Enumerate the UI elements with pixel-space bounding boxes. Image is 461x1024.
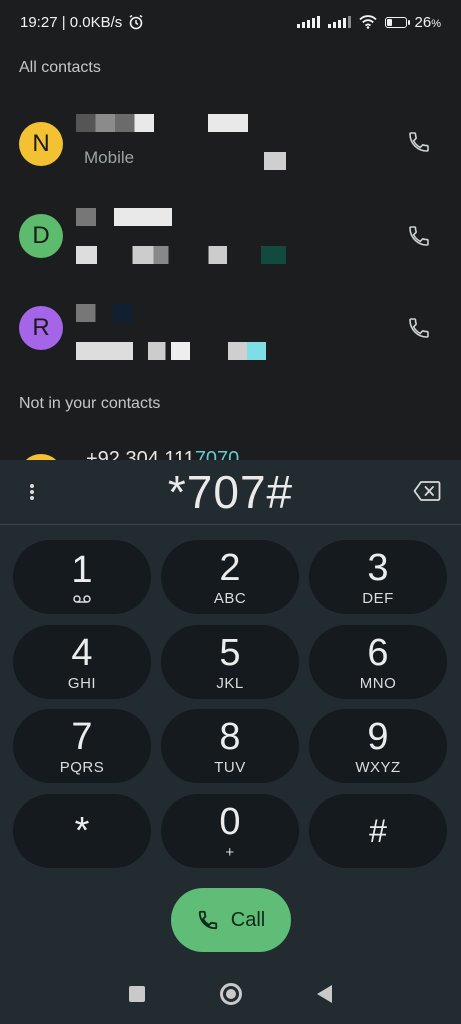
redacted-name [114,208,172,226]
phone-icon[interactable] [407,224,431,248]
signal-icon [327,16,351,28]
dialed-number: *707# [167,466,294,518]
key-digit: 3 [367,546,389,589]
key-3[interactable]: 3 DEF [309,540,447,614]
alarm-icon [129,14,143,30]
key-letters: + [225,843,235,861]
redacted-name [76,208,96,226]
key-star[interactable]: * [13,794,151,868]
key-digit: 0 [219,800,241,843]
key-letters: MNO [359,674,397,692]
key-hash[interactable]: # [309,794,447,868]
key-digit: 6 [367,631,389,674]
key-digit: 8 [219,715,241,758]
key-digit: * [74,810,90,852]
key-letters: TUV [214,758,246,776]
contact-item[interactable]: R [0,286,461,372]
key-0[interactable]: 0 + [161,794,299,868]
status-bar: 19:27 | 0.0KB/s 26% [0,0,461,44]
key-digit: 7 [71,715,93,758]
avatar: R [19,306,63,350]
status-time-speed: 19:27 | 0.0KB/s [20,13,123,31]
key-8[interactable]: 8 TUV [161,709,299,783]
key-letters: GHI [67,674,97,692]
key-letters: WXYZ [355,758,401,776]
wifi-icon [358,15,377,29]
key-digit: 9 [367,715,389,758]
navigation-bar [0,964,461,1024]
redacted-name [76,304,132,322]
phone-icon [198,910,217,930]
contact-item[interactable]: D [0,192,461,278]
section-not-in-contacts: Not in your contacts [19,395,161,412]
redacted-number [76,342,266,360]
contact-item[interactable]: N Mobile [0,98,461,184]
call-button[interactable]: Call [171,888,291,952]
phone-icon[interactable] [407,316,431,340]
redacted-number [76,246,286,264]
key-2[interactable]: 2 ABC [161,540,299,614]
redacted-name [76,114,154,132]
key-7[interactable]: 7 PQRS [13,709,151,783]
key-5[interactable]: 5 JKL [161,625,299,699]
key-digit: 4 [71,631,93,674]
key-letters: PQRS [59,758,105,776]
unknown-number-item[interactable]: +92 304 1117070 [0,438,461,460]
key-letters: ABC [213,589,247,607]
call-label: Call [230,908,266,931]
signal-icon [296,16,320,28]
key-digit: # [369,813,387,849]
key-6[interactable]: 6 MNO [309,625,447,699]
avatar: N [19,122,63,166]
back-button[interactable] [317,985,332,1003]
avatar: D [19,214,63,258]
battery-icon [384,16,410,28]
redacted-number [264,152,286,170]
key-digit: 5 [219,631,241,674]
status-right: 26% [296,13,441,31]
battery-level: 26% [414,13,441,31]
dial-number-field[interactable]: *707# [0,460,461,524]
key-digit: 1 [71,549,93,591]
key-digit: 2 [219,546,241,589]
key-letters: JKL [216,674,244,692]
redacted-name [208,114,248,132]
voicemail-icon [73,595,91,603]
status-left: 19:27 | 0.0KB/s [20,14,144,31]
home-button[interactable] [220,983,242,1005]
contact-subtext: Mobile [84,148,135,167]
unknown-number: +92 304 1117070 [86,448,240,460]
key-9[interactable]: 9 WXYZ [309,709,447,783]
key-letters: DEF [362,589,394,607]
key-4[interactable]: 4 GHI [13,625,151,699]
section-all-contacts: All contacts [19,59,101,76]
backspace-icon[interactable] [413,480,441,502]
divider [0,524,461,525]
phone-icon[interactable] [407,130,431,154]
recents-button[interactable] [129,986,145,1002]
key-1[interactable]: 1 [13,540,151,614]
